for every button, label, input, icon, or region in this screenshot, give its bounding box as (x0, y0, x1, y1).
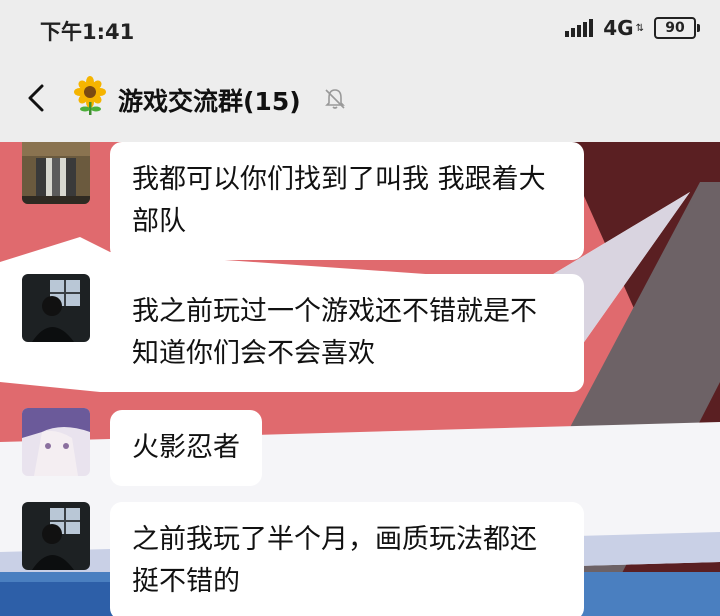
mute-bell-icon (325, 89, 345, 109)
battery-icon: 90 (654, 17, 700, 39)
message-text: 我之前玩过一个游戏还不错就是不知道你们会不会喜欢 (132, 296, 537, 369)
back-chevron-icon[interactable] (22, 82, 54, 114)
signal-bars-icon (565, 19, 594, 37)
status-bar: 下午1:41 4G ⇅ 90 (0, 0, 720, 58)
message-text: 我都可以你们找到了叫我 我跟着大部队 (132, 164, 546, 237)
chat-message-list[interactable]: 我都可以你们找到了叫我 我跟着大部队 我之前玩过一个游戏还不错就是不知道你们会不… (0, 142, 720, 616)
status-icons: 4G ⇅ 90 (565, 16, 700, 40)
avatar[interactable] (22, 142, 90, 204)
data-arrows-icon: ⇅ (635, 22, 644, 34)
message-text: 火影忍者 (132, 432, 240, 463)
chat-header: 游戏交流群(15) (0, 58, 720, 142)
network-type: 4G (603, 16, 634, 40)
message-bubble[interactable]: 之前我玩了半个月，画质玩法都还挺不错的 (110, 502, 584, 616)
message-bubble[interactable]: 我都可以你们找到了叫我 我跟着大部队 (110, 142, 584, 260)
avatar[interactable] (22, 274, 90, 342)
status-time: 下午1:41 (40, 20, 135, 44)
avatar[interactable] (22, 502, 90, 570)
sunflower-icon (74, 76, 106, 115)
group-title[interactable]: 游戏交流群(15) (118, 82, 301, 118)
avatar[interactable] (22, 408, 90, 476)
message-bubble[interactable]: 火影忍者 (110, 410, 262, 486)
message-text: 之前我玩了半个月，画质玩法都还挺不错的 (132, 524, 537, 597)
message-bubble[interactable]: 我之前玩过一个游戏还不错就是不知道你们会不会喜欢 (110, 274, 584, 392)
battery-level: 90 (665, 20, 685, 36)
